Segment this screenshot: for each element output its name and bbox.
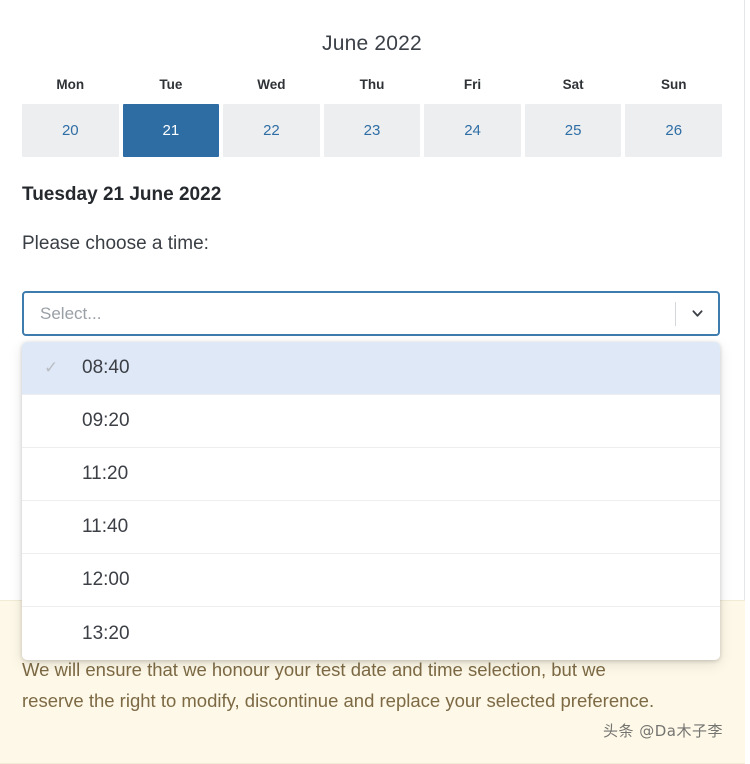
booking-page-card: June 2022 Mon Tue Wed Thu Fri Sat Sun 20… [0,0,745,764]
time-select-control[interactable]: Select... [22,291,720,336]
calendar-month-title: June 2022 [322,32,422,55]
calendar-dayname-sun: Sun [660,77,687,92]
time-dropdown-menu[interactable]: ✓ 08:40 09:20 11:20 11:40 12:00 13:20 [22,342,720,660]
check-icon: ✓ [44,358,59,377]
time-option-0920[interactable]: 09:20 [22,395,720,448]
calendar-day-cell-21[interactable]: 21 [122,103,220,157]
time-option-0840[interactable]: ✓ 08:40 [22,342,720,395]
calendar-dayname-tue: Tue [159,77,183,92]
calendar-dayname-sat: Sat [562,77,584,92]
time-option-1200[interactable]: 12:00 [22,554,720,607]
calendar-day-names-row: Mon Tue Wed Thu Fri Sat Sun 20 21 22 23 … [0,78,744,157]
watermark: 头条 @Da木子李 [602,722,723,740]
time-option-label: 08:40 [82,357,130,378]
time-option-label: 11:20 [82,463,129,484]
calendar-day-cell-26[interactable]: 26 [625,103,722,157]
time-select-toggle-button[interactable] [676,293,718,334]
time-prompt-label: Please choose a time: [22,232,209,254]
time-option-label: 12:00 [82,569,130,590]
selected-date-heading: Tuesday 21 June 2022 [22,183,222,205]
time-option-1320[interactable]: 13:20 [22,607,720,660]
time-option-1140[interactable]: 11:40 [22,501,720,554]
time-option-label: 13:20 [82,622,130,644]
time-option-label: 11:40 [82,516,129,537]
calendar-dayname-mon: Mon [56,77,85,92]
calendar-day-cell-23[interactable]: 23 [323,103,421,157]
calendar-dayname-wed: Wed [257,77,286,92]
chevron-down-icon [691,310,703,317]
time-option-1120[interactable]: 11:20 [22,448,720,501]
calendar-day-cell-25[interactable]: 25 [524,103,622,157]
calendar-dayname-thu: Thu [359,77,385,92]
calendar-dayname-fri: Fri [463,77,482,92]
notice-text: We will ensure that we honour your test … [22,659,655,711]
calendar-day-cell-24[interactable]: 24 [424,103,521,157]
calendar-day-cell-22[interactable]: 22 [223,103,320,157]
time-select-value[interactable]: Select... [24,305,675,322]
time-option-label: 09:20 [82,410,130,431]
calendar-day-cell-20[interactable]: 20 [22,103,119,157]
